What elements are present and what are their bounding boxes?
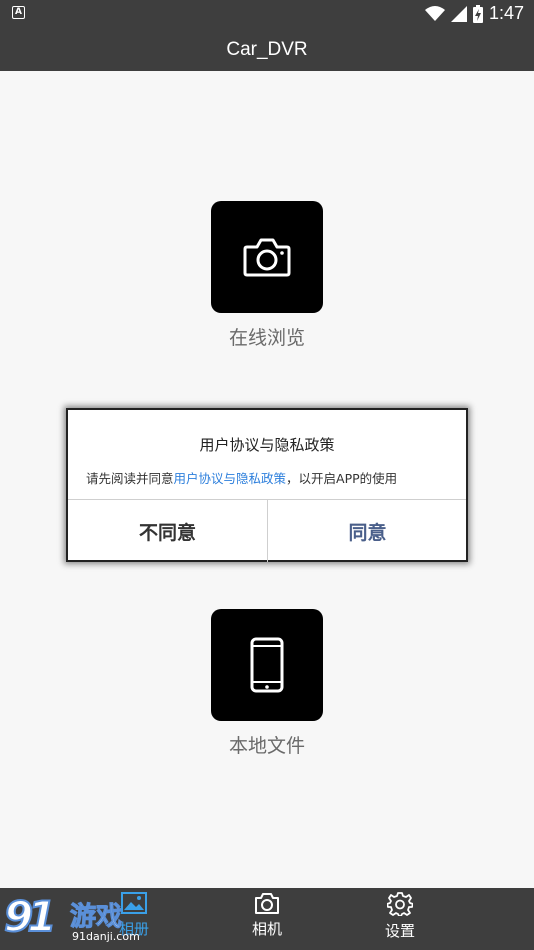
phone-icon <box>250 637 284 693</box>
notification-icon: A <box>12 6 25 19</box>
signal-icon <box>450 5 467 22</box>
wifi-icon <box>424 5 445 21</box>
status-bar: A 1:47 <box>0 0 534 28</box>
watermark-logo: 91 游戏 91danji.com <box>3 891 154 946</box>
privacy-dialog: 用户协议与隐私政策 请先阅读并同意用户协议与隐私政策，以开启APP的使用 不同意… <box>66 408 468 562</box>
watermark-site: 91danji.com <box>72 930 140 943</box>
dialog-message-suffix: ，以开启APP的使用 <box>286 471 398 486</box>
local-files-button[interactable] <box>211 609 323 721</box>
camera-icon <box>255 893 279 914</box>
nav-item-camera[interactable]: 相机 <box>217 892 317 939</box>
online-browse-button[interactable] <box>211 201 323 313</box>
privacy-policy-link[interactable]: 用户协议与隐私政策 <box>174 471 287 486</box>
nav-label-settings: 设置 <box>384 922 415 940</box>
dialog-title: 用户协议与隐私政策 <box>199 436 335 454</box>
clock: 1:47 <box>488 3 524 23</box>
nav-label-camera: 相机 <box>251 920 282 938</box>
gear-icon <box>386 892 414 917</box>
local-files-label: 本地文件 <box>228 735 305 757</box>
online-browse-label: 在线浏览 <box>228 327 305 349</box>
agree-button[interactable]: 同意 <box>268 500 467 562</box>
battery-icon <box>472 4 483 23</box>
dialog-message: 请先阅读并同意用户协议与隐私政策，以开启APP的使用 <box>86 468 456 487</box>
watermark-91: 91 <box>3 891 58 942</box>
status-icons: 1:47 <box>424 3 524 24</box>
watermark-name: 游戏 <box>69 902 123 933</box>
dialog-message-prefix: 请先阅读并同意 <box>86 471 174 486</box>
disagree-button[interactable]: 不同意 <box>68 500 267 562</box>
nav-item-settings[interactable]: 设置 <box>350 892 450 941</box>
camera-icon <box>243 238 291 277</box>
app-title: Car_DVR <box>0 28 534 71</box>
